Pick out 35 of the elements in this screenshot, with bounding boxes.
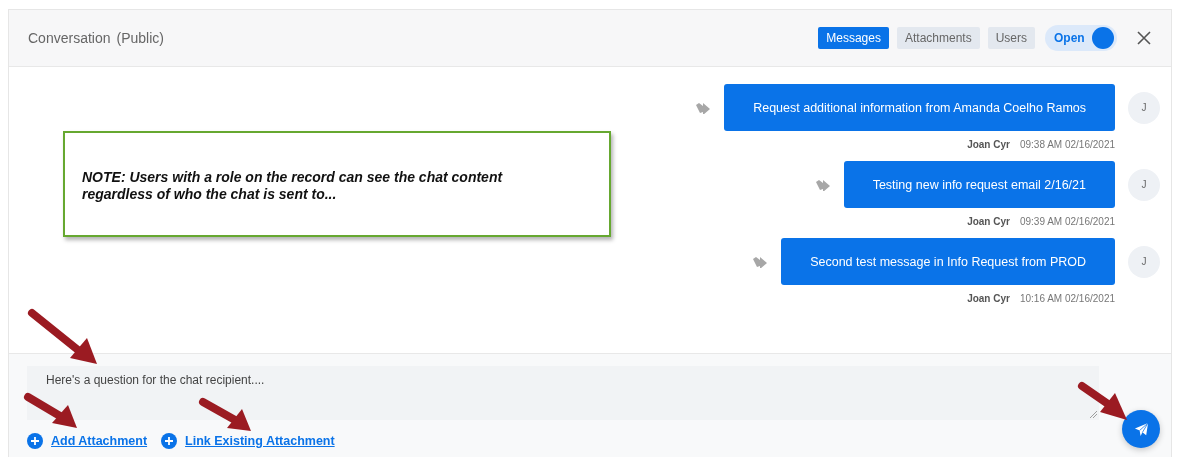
open-toggle[interactable]: Open xyxy=(1045,25,1117,51)
paper-plane-icon xyxy=(1133,421,1149,437)
visibility-label: (Public) xyxy=(116,30,164,46)
message-time: 09:39 AM 02/16/2021 xyxy=(1019,216,1115,227)
note-callout: NOTE: Users with a role on the record can see the chat content regardless of who the chat is sent to... xyxy=(63,131,611,237)
plus-circle-icon[interactable] xyxy=(161,433,178,449)
arrow xyxy=(1078,382,1127,420)
tab[interactable]: Users xyxy=(987,27,1035,49)
message-bubble: Testing new info request email 2/16/21 xyxy=(843,161,1115,208)
message-bubble: Second test message in Info Request from PROD xyxy=(781,238,1115,285)
message-time: 09:38 AM 02/16/2021 xyxy=(1019,139,1115,150)
forward-arrow-icon[interactable] xyxy=(696,101,711,114)
arrow xyxy=(28,309,97,364)
message-author: Joan Cyr xyxy=(967,139,1010,150)
send-button[interactable] xyxy=(1122,410,1160,448)
close-icon[interactable] xyxy=(1137,31,1151,45)
message-bubble: Request additional information from Amanda Coelho Ramos xyxy=(724,84,1115,131)
resize-grip-icon[interactable] xyxy=(1089,410,1097,418)
plus-circle-icon[interactable] xyxy=(27,433,43,449)
conversation-title: Conversation xyxy=(28,30,111,46)
attachment-link[interactable]: Link Existing Attachment xyxy=(185,434,335,448)
avatar: J xyxy=(1128,245,1160,278)
arrow xyxy=(24,393,77,428)
avatar: J xyxy=(1128,168,1160,201)
message-input[interactable]: Here's a question for the chat recipient.... xyxy=(27,366,1099,420)
message-author: Joan Cyr xyxy=(967,293,1010,304)
arrow xyxy=(199,398,251,431)
message-author: Joan Cyr xyxy=(967,216,1010,227)
forward-arrow-icon[interactable] xyxy=(815,178,830,191)
tab[interactable]: Attachments xyxy=(896,27,980,49)
attachment-link[interactable]: Add Attachment xyxy=(51,434,148,448)
tab[interactable]: Messages xyxy=(818,27,889,49)
forward-arrow-icon[interactable] xyxy=(753,255,768,268)
avatar: J xyxy=(1128,91,1160,124)
message-time: 10:16 AM 02/16/2021 xyxy=(1019,293,1115,304)
